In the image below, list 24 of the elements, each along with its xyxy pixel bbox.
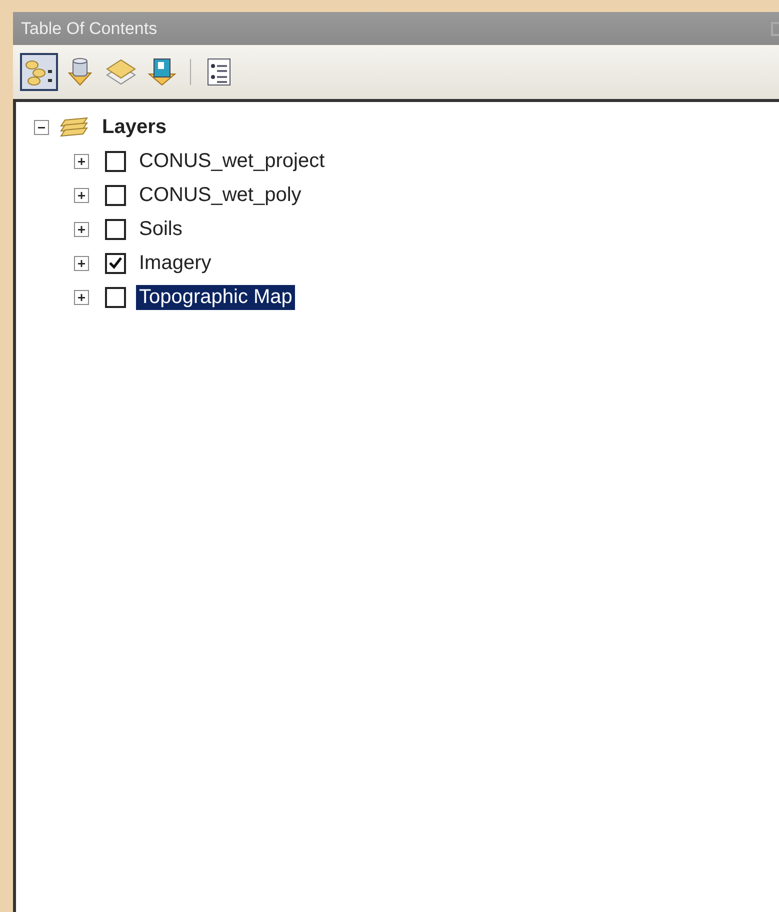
checkbox[interactable] — [105, 286, 126, 308]
expand-button[interactable] — [74, 188, 89, 202]
tree-item[interactable]: CONUS_wet_poly — [136, 182, 304, 208]
checkbox[interactable] — [105, 218, 126, 240]
expand-button[interactable] — [74, 256, 89, 270]
toolbar-button[interactable] — [20, 53, 58, 91]
expand-button[interactable] — [74, 290, 89, 304]
database-icon — [67, 57, 93, 87]
collapse-button[interactable] — [34, 120, 49, 134]
window-title: Table Of Contents — [21, 18, 158, 38]
checkbox[interactable] — [105, 252, 126, 274]
checkbox[interactable] — [105, 150, 126, 172]
expand-button[interactable] — [74, 154, 89, 168]
tree-item[interactable]: Imagery — [136, 250, 214, 276]
tree-label[interactable]: Layers — [99, 114, 170, 140]
list-options-icon — [207, 58, 231, 86]
checkbox[interactable] — [105, 184, 126, 206]
layer-selection-icon — [147, 57, 177, 87]
layers-icon — [105, 58, 137, 86]
layers-icon — [59, 116, 89, 138]
tree-item[interactable]: Topographic Map — [136, 284, 296, 310]
tree-item[interactable]: Soils — [136, 216, 186, 242]
tree-item[interactable]: CONUS_wet_project — [136, 148, 328, 174]
expand-button[interactable] — [74, 222, 89, 236]
